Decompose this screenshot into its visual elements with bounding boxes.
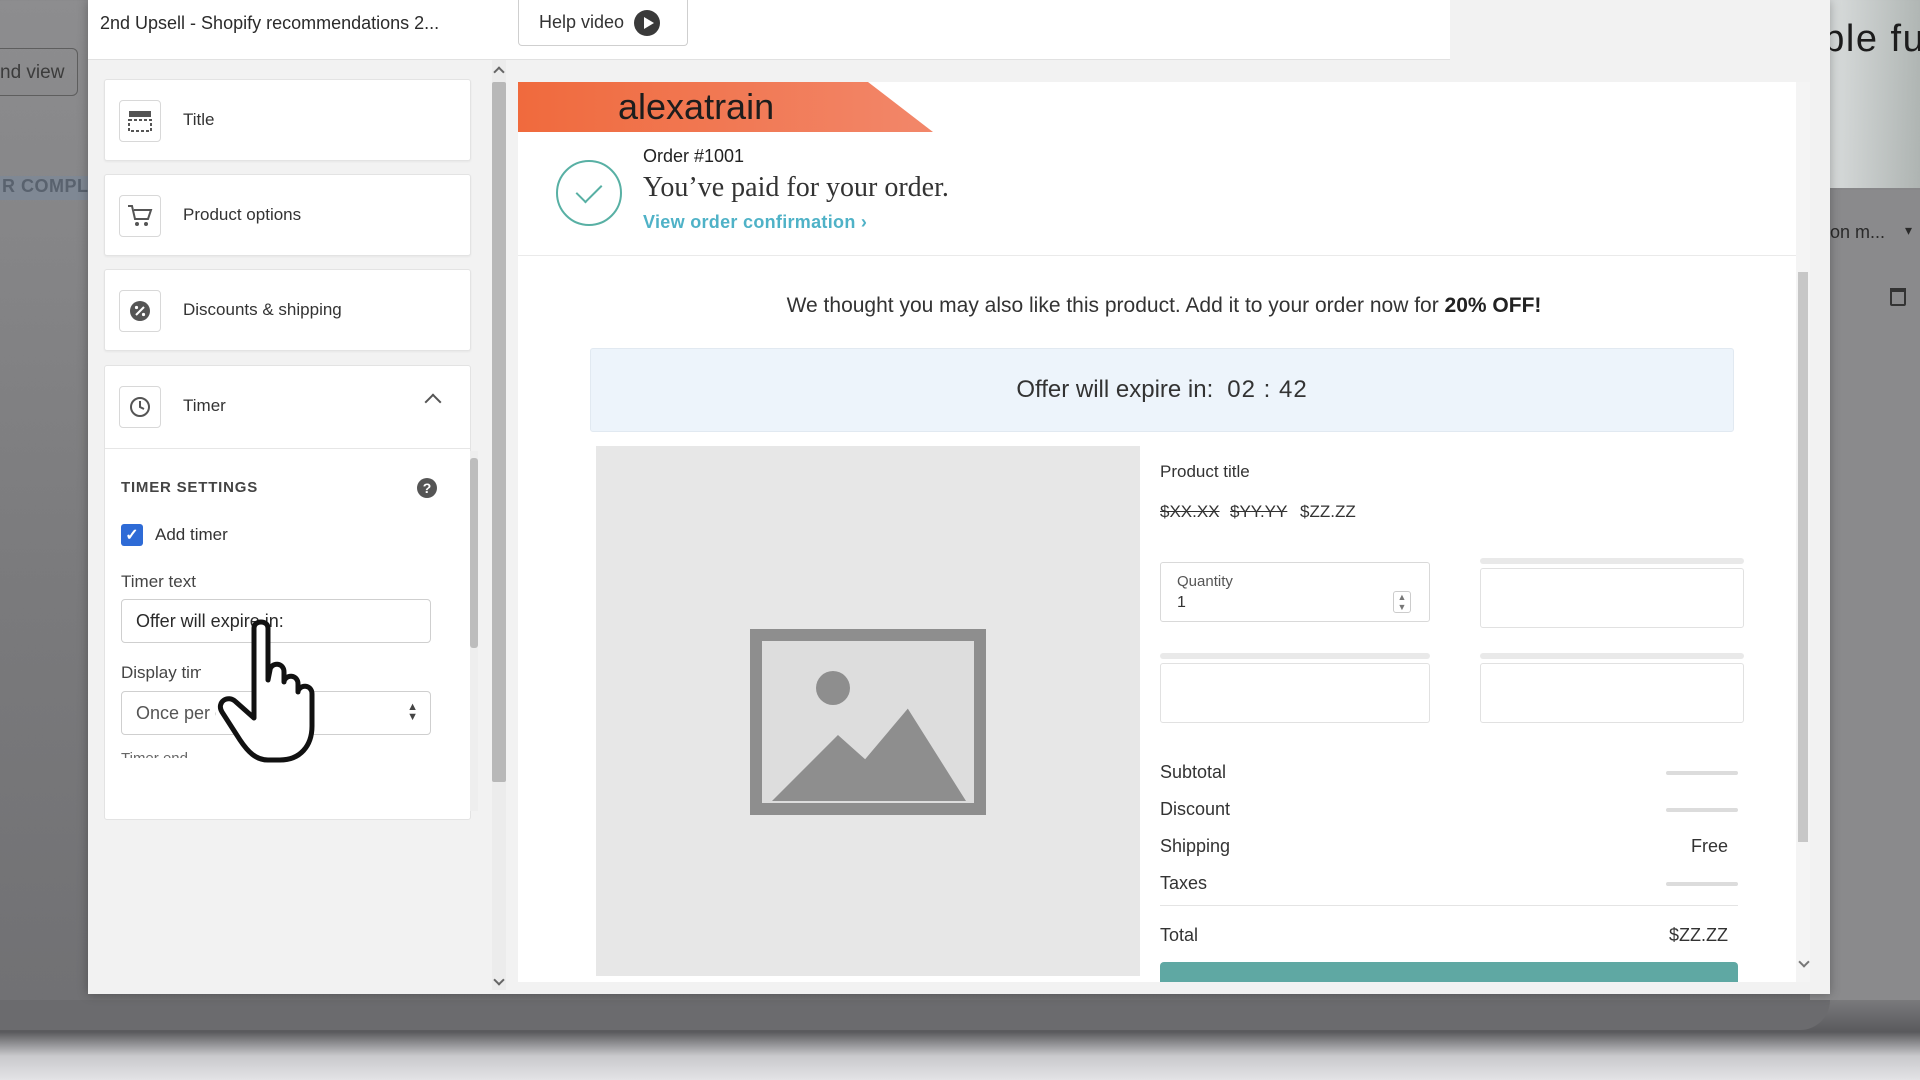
app-window: 2nd Upsell - Shopify recommendations 2..…	[88, 0, 1830, 994]
display-timer-label: Display timer	[121, 663, 201, 682]
offer-timer-label: Offer will expire in:	[1016, 376, 1214, 403]
sidebar-scroll-thumb[interactable]	[492, 82, 506, 782]
total-value: $ZZ.ZZ	[1669, 925, 1728, 945]
timer-text-label: Timer text	[121, 572, 196, 591]
taxes-placeholder	[1666, 882, 1738, 886]
product-image-placeholder	[596, 446, 1140, 976]
play-icon	[634, 9, 661, 36]
placeholder-bar	[1160, 653, 1430, 659]
sidebar-item-label: Product options	[183, 205, 302, 224]
price-compare: $YY.YY	[1230, 502, 1288, 521]
add-timer-label: Add timer	[155, 525, 228, 544]
brand-name: alexatrain	[618, 86, 775, 127]
variant-select-placeholder[interactable]	[1480, 568, 1744, 628]
sidebar-item-label: Title	[183, 110, 215, 129]
add-timer-checkbox[interactable]: ✓	[121, 524, 143, 546]
price-original: $XX.XX	[1160, 502, 1220, 521]
quantity-label: Quantity	[1177, 573, 1233, 590]
device-frame-lip	[0, 1000, 1830, 1030]
timer-section-header[interactable]: Timer	[105, 366, 470, 448]
timer-end-label: Timer end	[121, 750, 188, 758]
image-mountain-shape	[772, 708, 966, 801]
view-order-confirmation-link[interactable]: View order confirmation ›	[643, 212, 867, 233]
discount-badge-icon	[119, 290, 161, 332]
sidebar-item-product-options[interactable]: Product options	[104, 174, 471, 256]
timer-settings-title: TIMER SETTINGS	[121, 479, 259, 496]
top-bar: 2nd Upsell - Shopify recommendations 2..…	[88, 0, 1450, 60]
image-placeholder-icon	[750, 629, 986, 815]
quantity-value: 1	[1177, 594, 1186, 611]
pitch-discount: 20% OFF!	[1444, 294, 1542, 317]
pitch-text: We thought you may also like this produc…	[786, 294, 1445, 317]
offer-timer-bar: Offer will expire in: 02 : 42	[590, 348, 1734, 432]
chevron-down-icon: ▾	[1905, 222, 1913, 238]
shipping-value: Free	[1690, 836, 1728, 856]
accept-offer-button[interactable]	[1160, 962, 1738, 982]
settings-sidebar: Title Product options Discounts & shippi…	[88, 61, 502, 994]
clock-icon	[119, 386, 161, 428]
upsell-preview: alexatrain Order #1001 You’ve paid for y…	[518, 82, 1810, 982]
timer-scroll-thumb[interactable]	[470, 458, 478, 648]
cart-icon	[119, 195, 161, 237]
discount-label: Discount	[1160, 799, 1231, 819]
variant-select-placeholder[interactable]	[1480, 663, 1744, 723]
discount-placeholder	[1666, 808, 1738, 812]
sidebar-item-title[interactable]: Title	[104, 79, 471, 161]
paid-message: You’ve paid for your order.	[643, 172, 949, 203]
help-video-label: Help video	[539, 12, 625, 32]
display-timer-value: Once per order	[136, 702, 216, 723]
product-title: Product title	[1160, 462, 1250, 481]
sidebar-item-discounts-shipping[interactable]: Discounts & shipping	[104, 269, 471, 351]
app-title: 2nd Upsell - Shopify recommendations 2..…	[100, 13, 440, 33]
placeholder-bar	[1480, 558, 1744, 564]
price-final: $ZZ.ZZ	[1300, 502, 1356, 521]
background-status-badge: R COMPLE	[0, 176, 90, 200]
upsell-pitch: We thought you may also like this produc…	[518, 294, 1810, 318]
total-label: Total	[1160, 925, 1199, 945]
offer-timer-countdown: 02 : 42	[1227, 376, 1308, 403]
select-arrows-icon: ▲ ▼	[407, 701, 418, 723]
checkmark-circle-icon	[556, 160, 622, 226]
trash-icon	[1890, 288, 1906, 306]
taxes-label: Taxes	[1160, 873, 1208, 893]
background-view-label: nd view	[0, 62, 65, 83]
sidebar-item-label: Discounts & shipping	[183, 300, 342, 319]
chevron-up-icon[interactable]	[424, 393, 442, 411]
image-sun-shape	[816, 671, 850, 705]
quantity-stepper[interactable]: Quantity 1 ▲ ▼	[1160, 562, 1430, 622]
layout-icon	[119, 100, 161, 142]
help-icon[interactable]: ?	[417, 478, 437, 498]
hand-cursor-icon	[218, 619, 315, 763]
shipping-label: Shipping	[1160, 836, 1231, 856]
stepper-arrows-icon[interactable]: ▲ ▼	[1393, 591, 1411, 613]
subtotal-placeholder	[1666, 771, 1738, 775]
subtotal-label: Subtotal	[1160, 762, 1227, 782]
timer-label: Timer	[183, 396, 226, 415]
placeholder-bar	[1480, 653, 1744, 659]
divider	[105, 448, 470, 449]
summary-divider	[1160, 905, 1738, 906]
preview-scroll-thumb[interactable]	[1798, 272, 1808, 842]
variant-select-placeholder[interactable]	[1160, 663, 1430, 723]
help-video-button[interactable]: Help video	[518, 0, 688, 46]
background-right-label: on m...	[1830, 222, 1886, 242]
order-number: Order #1001	[643, 146, 745, 166]
divider	[518, 255, 1810, 256]
